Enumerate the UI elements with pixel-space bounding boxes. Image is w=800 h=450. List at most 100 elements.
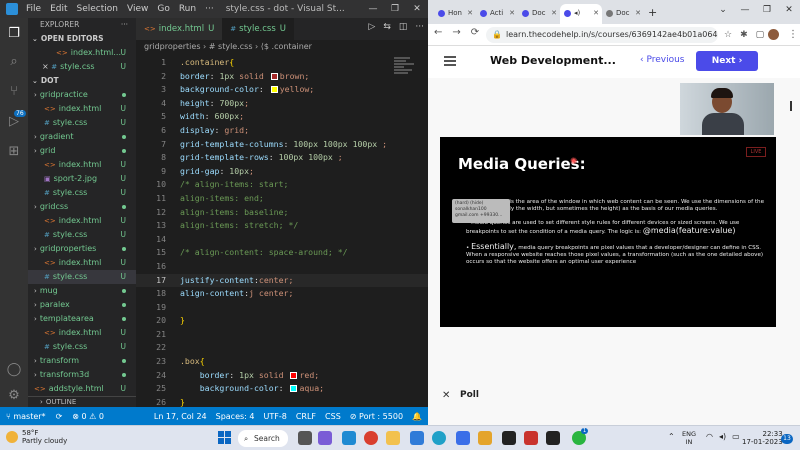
file-item[interactable]: <> index.html U xyxy=(28,102,136,116)
line-ending[interactable]: CRLF xyxy=(296,412,316,421)
code-line[interactable]: 6 display: grid; xyxy=(136,124,428,138)
close-button[interactable]: ✕ xyxy=(406,0,428,18)
drive-icon[interactable] xyxy=(478,431,492,445)
code-line[interactable]: 18 align-content:j center; xyxy=(136,287,428,301)
workspace-folder-header[interactable]: ⌄ DOT xyxy=(28,74,136,88)
code-line[interactable]: 10 /* align-items: start; xyxy=(136,178,428,192)
code-line[interactable]: 9 grid-gap: 10px; xyxy=(136,165,428,179)
more-actions-icon[interactable]: ··· xyxy=(415,22,424,32)
start-button[interactable] xyxy=(218,431,232,445)
code-line[interactable]: 12 align-items: baseline; xyxy=(136,206,428,220)
menu-run[interactable]: Run xyxy=(179,4,196,14)
file-item[interactable]: # style.css U xyxy=(28,228,136,242)
encoding[interactable]: UTF-8 xyxy=(264,412,287,421)
lock-icon[interactable]: 🔒 xyxy=(492,27,502,43)
terminal-icon[interactable] xyxy=(502,431,516,445)
code-line[interactable]: 3 background-color: yellow; xyxy=(136,83,428,97)
open-editors-section[interactable]: ⌄ OPEN EDITORS xyxy=(28,32,136,46)
file-item[interactable]: # style.css U xyxy=(28,116,136,130)
file-item[interactable]: <> index.html U xyxy=(28,256,136,270)
code-line[interactable]: 11 align-items: end; xyxy=(136,192,428,206)
folder-item[interactable]: › gridproperties xyxy=(28,242,136,256)
close-editor-icon[interactable]: × xyxy=(42,62,51,71)
browser-tab[interactable]: Doc ✕ xyxy=(602,4,644,24)
close-button[interactable]: ✕ xyxy=(778,0,800,20)
tab-close-icon[interactable]: ✕ xyxy=(467,9,473,17)
folder-item[interactable]: › mug xyxy=(28,284,136,298)
bookmark-star-icon[interactable]: ☆ xyxy=(724,27,732,43)
menu-more[interactable]: ··· xyxy=(205,4,214,14)
indentation[interactable]: Spaces: 4 xyxy=(216,412,255,421)
folder-item[interactable]: › transform3d xyxy=(28,368,136,382)
maximize-button[interactable]: ❐ xyxy=(756,0,778,20)
notification-badge[interactable]: 13 xyxy=(781,434,793,444)
search-icon[interactable]: ⌕ xyxy=(6,54,22,70)
folder-item[interactable]: › gridcss xyxy=(28,200,136,214)
tab-close-icon[interactable]: ✕ xyxy=(635,9,641,17)
folder-item[interactable]: › grid xyxy=(28,144,136,158)
code-line[interactable]: 22 xyxy=(136,341,428,355)
maximize-button[interactable]: ❐ xyxy=(384,0,406,18)
menu-go[interactable]: Go xyxy=(157,4,169,14)
file-item[interactable]: # style.css U xyxy=(28,340,136,354)
tab-search-button[interactable]: ⌄ xyxy=(712,0,734,20)
code-line[interactable]: 24 border: 1px solid red; xyxy=(136,369,428,383)
file-item[interactable]: <> index.html U xyxy=(28,214,136,228)
code-line[interactable]: 16 xyxy=(136,260,428,274)
folder-item[interactable]: › gradient xyxy=(28,130,136,144)
tab-index-html[interactable]: <> index.html U xyxy=(136,18,223,40)
file-item[interactable]: <> index.html U xyxy=(28,158,136,172)
file-explorer-icon[interactable] xyxy=(386,431,400,445)
problems-indicator[interactable]: ⊗ 0 ⚠ 0 xyxy=(72,412,104,421)
task-view-icon[interactable] xyxy=(298,431,312,445)
code-line[interactable]: 1 .container{ xyxy=(136,56,428,70)
taskbar-search[interactable]: Search xyxy=(238,430,288,447)
browser-tab[interactable]: Acti ✕ xyxy=(476,4,518,24)
tab-style-css[interactable]: # style.css U xyxy=(222,18,295,40)
tab-close-icon[interactable]: ✕ xyxy=(593,9,599,17)
browser-tab[interactable]: Hon ✕ xyxy=(434,4,476,24)
code-line[interactable]: 8 grid-template-rows: 100px 100px ; xyxy=(136,151,428,165)
menu-file[interactable]: File xyxy=(26,4,41,14)
mail-icon[interactable] xyxy=(410,431,424,445)
extensions-icon[interactable]: ✱ xyxy=(740,27,748,43)
explorer-more-button[interactable]: ··· xyxy=(121,18,128,32)
code-line[interactable]: 13 align-items: stretch; */ xyxy=(136,219,428,233)
file-item[interactable]: # style.css U xyxy=(28,186,136,200)
poll-label[interactable]: Poll xyxy=(460,390,479,400)
account-icon[interactable]: ◯ xyxy=(6,362,22,378)
open-editor-item-active[interactable]: × # style.css U xyxy=(28,60,136,74)
file-item[interactable]: ▣ sport-2.jpg U xyxy=(28,172,136,186)
file-item[interactable]: # style.css U xyxy=(28,270,136,284)
wifi-icon[interactable]: ◠ xyxy=(706,432,713,441)
code-line[interactable]: 21 xyxy=(136,328,428,342)
folder-item[interactable]: › gridpractice xyxy=(28,88,136,102)
extensions-icon[interactable]: ⊞ xyxy=(6,144,22,160)
sidebar-handle[interactable] xyxy=(790,101,792,111)
menu-edit[interactable]: Edit xyxy=(50,4,67,14)
compare-icon[interactable]: ⇆ xyxy=(383,22,391,32)
file-item[interactable]: <> addstyle.html U xyxy=(28,382,136,396)
hamburger-menu-icon[interactable] xyxy=(444,56,456,66)
code-line[interactable]: 5 width: 600px; xyxy=(136,110,428,124)
folder-item[interactable]: › transform xyxy=(28,354,136,368)
gear-icon[interactable]: ⚙ xyxy=(6,388,22,404)
file-item[interactable]: <> index.html U xyxy=(28,326,136,340)
code-line[interactable]: 7 grid-template-columns: 100px 100px 100p… xyxy=(136,138,428,152)
code-line[interactable]: 17 justify-content:center; xyxy=(136,273,428,288)
cursor-position[interactable]: Ln 17, Col 24 xyxy=(154,412,207,421)
browser-tab-active[interactable]: ◂) ✕ xyxy=(560,4,602,24)
store-icon[interactable] xyxy=(456,431,470,445)
chrome-taskbar-icon[interactable] xyxy=(364,431,378,445)
code-editor[interactable]: 1 .container{2 border: 1px solid brown; 3 ba… xyxy=(136,56,428,450)
branch-indicator[interactable]: ⑂ master* xyxy=(6,412,46,421)
language-mode[interactable]: CSS xyxy=(325,412,341,421)
new-tab-button[interactable]: + xyxy=(644,4,664,24)
run-icon[interactable]: ▷ xyxy=(368,22,375,32)
breadcrumb[interactable]: gridproperties › # style.css › ⟨$ .conta… xyxy=(144,42,312,51)
code-line[interactable]: 15 /* align-content: space-around; */ xyxy=(136,246,428,260)
volume-icon[interactable]: ◂) xyxy=(719,432,726,441)
teams-icon[interactable] xyxy=(318,431,332,445)
tray-chevron-icon[interactable]: ⌃ xyxy=(668,432,675,441)
sync-icon[interactable]: ⟳ xyxy=(56,412,63,421)
